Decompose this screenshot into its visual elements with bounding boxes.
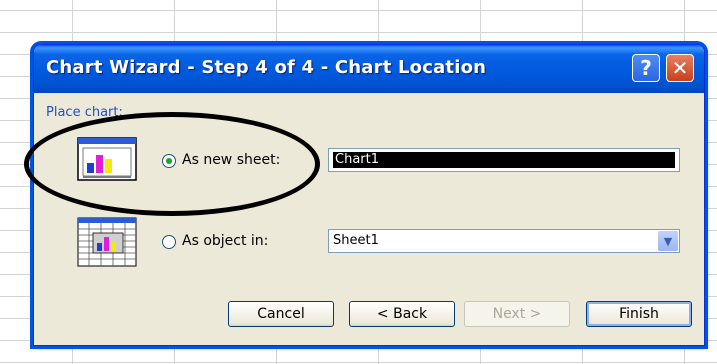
help-icon[interactable]: ? — [632, 54, 660, 82]
object-in-label: As object in: — [182, 233, 269, 249]
dialog-title: Chart Wizard - Step 4 of 4 - Chart Locat… — [46, 57, 487, 78]
chevron-down-icon[interactable]: ▼ — [658, 231, 678, 251]
cancel-button[interactable]: Cancel — [228, 301, 334, 327]
new-sheet-name-value: Chart1 — [333, 152, 675, 168]
finish-button[interactable]: Finish — [586, 301, 692, 327]
chart-wizard-dialog: Chart Wizard - Step 4 of 4 - Chart Locat… — [33, 44, 705, 346]
back-button[interactable]: < Back — [349, 301, 455, 327]
object-in-radio[interactable] — [162, 235, 176, 249]
object-in-value: Sheet1 — [333, 233, 379, 248]
new-sheet-chart-icon — [77, 137, 137, 181]
new-sheet-name-input[interactable]: Chart1 — [328, 148, 680, 172]
new-sheet-label: As new sheet: — [182, 152, 281, 168]
next-button[interactable]: Next > — [464, 301, 570, 327]
embedded-chart-icon — [77, 217, 137, 267]
object-in-select[interactable]: Sheet1 ▼ — [328, 229, 680, 253]
new-sheet-radio[interactable] — [162, 154, 176, 168]
close-icon[interactable]: ✕ — [666, 54, 694, 82]
place-chart-label: Place chart: — [46, 105, 123, 120]
title-bar[interactable]: Chart Wizard - Step 4 of 4 - Chart Locat… — [34, 45, 704, 93]
